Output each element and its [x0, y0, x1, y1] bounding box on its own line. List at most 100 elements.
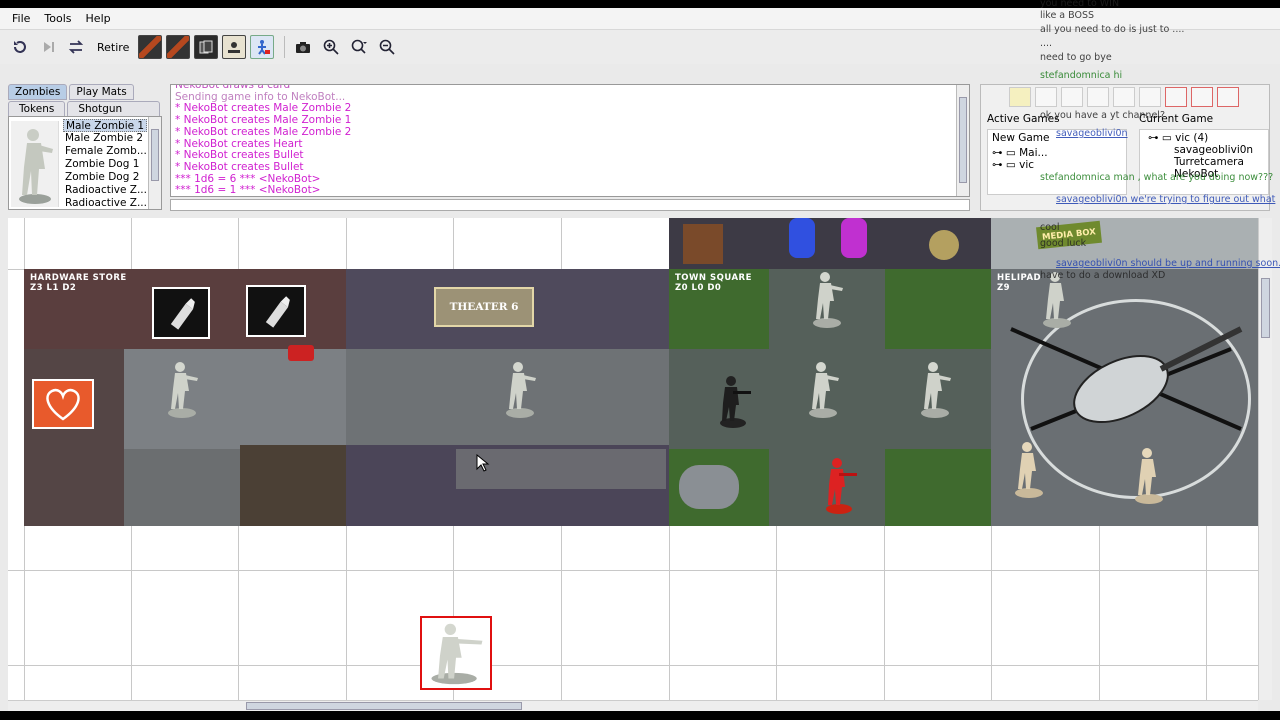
upload-button[interactable]: [1165, 87, 1187, 107]
zombie-figure-icon: [19, 129, 53, 204]
scrollbar-thumb[interactable]: [959, 97, 967, 183]
step-forward-button[interactable]: [36, 35, 60, 59]
zombie-figure[interactable]: [809, 269, 845, 329]
piece-list-scrollbar[interactable]: [148, 117, 161, 209]
map-tile-helipad: HELIPAD Z9: [991, 269, 1258, 526]
shotgun-guy-figure[interactable]: [819, 455, 859, 515]
tree-node[interactable]: savageoblivi0n: [1148, 144, 1264, 156]
park: [885, 449, 991, 526]
undo-icon: [14, 41, 26, 53]
cards-button[interactable]: [194, 35, 219, 59]
tree-node[interactable]: ⊶ ▭ vic (4): [1148, 132, 1264, 144]
chat-scrollbar[interactable]: [956, 85, 969, 196]
sync-button[interactable]: [64, 35, 88, 59]
map-tile-town-square: TOWN SQUARE Z0 L0 D0: [669, 269, 991, 526]
board-button[interactable]: [222, 35, 247, 59]
undo-button[interactable]: [8, 35, 32, 59]
figure-button[interactable]: [250, 35, 275, 59]
shotgun-guy-figure[interactable]: [713, 373, 753, 429]
tab-play-mats[interactable]: Play Mats: [69, 84, 134, 100]
generator: [679, 465, 739, 509]
survivor-figure-icon: [826, 458, 857, 514]
server-toolbar: [981, 87, 1269, 109]
zoom-out-button[interactable]: [375, 35, 399, 59]
deck-button-1[interactable]: [138, 35, 163, 59]
server-button[interactable]: [1113, 87, 1135, 107]
list-item[interactable]: Zombie Dog 2: [63, 171, 147, 184]
zoom-select-button[interactable]: [347, 35, 371, 59]
camera-icon: [296, 42, 311, 53]
server-button[interactable]: [1139, 87, 1161, 107]
server-button[interactable]: [1087, 87, 1109, 107]
zombie-figure[interactable]: [164, 359, 200, 419]
menu-tools[interactable]: Tools: [44, 12, 71, 25]
zombie-figure-icon: [506, 362, 536, 418]
zombie-figure-icon: [1043, 272, 1071, 328]
zoom-in-button[interactable]: [319, 35, 343, 59]
current-game-tree[interactable]: ⊶ ▭ vic (4) savageoblivi0n Turretcamera …: [1139, 129, 1269, 195]
zombie-figure-icon: [431, 623, 483, 685]
tree-node-label: Mai...: [1019, 147, 1048, 159]
retire-button[interactable]: Retire: [92, 35, 134, 59]
bullet-token[interactable]: [246, 285, 306, 337]
map-vertical-scrollbar[interactable]: [1258, 218, 1272, 700]
chat-log: NekoBot draws a card Sending game info to…: [170, 84, 970, 197]
scrollbar-thumb[interactable]: [151, 129, 159, 181]
bullet-token[interactable]: [152, 287, 210, 339]
piece-list[interactable]: Male Zombie 1 Male Zombie 2 Female Zomb.…: [63, 119, 147, 209]
tree-node[interactable]: ⊶ ▭ vic: [992, 159, 1122, 171]
list-item[interactable]: Radioactive Z...: [63, 184, 147, 197]
server-button[interactable]: [1035, 87, 1057, 107]
list-item[interactable]: Female Zomb...: [63, 145, 147, 158]
cursor-icon: [476, 453, 490, 472]
deck-button-2[interactable]: [166, 35, 191, 59]
building: [240, 445, 346, 526]
menu-bar: File Tools Help: [0, 8, 1280, 30]
map-horizontal-scrollbar[interactable]: [8, 700, 1258, 711]
chat-line: * NekoBot creates Male Zombie 2: [175, 125, 352, 138]
zombie-figure[interactable]: [917, 359, 953, 419]
zombie-figure-icon: [1135, 448, 1163, 504]
bottom-letterbox: [0, 711, 1280, 720]
toolbar: Retire: [0, 30, 1280, 64]
tree-node[interactable]: Turretcamera: [1148, 156, 1264, 168]
car: [288, 345, 314, 361]
zombie-figure[interactable]: [502, 359, 538, 419]
zombie-figure[interactable]: [1131, 445, 1167, 505]
menu-help[interactable]: Help: [86, 12, 111, 25]
map-tile-top-right: MEDIA BOX: [991, 218, 1258, 269]
zombie-figure[interactable]: [805, 359, 841, 419]
zombie-figure[interactable]: [1011, 439, 1047, 499]
new-game-label[interactable]: New Game: [992, 132, 1122, 144]
server-button[interactable]: [1061, 87, 1083, 107]
server-connect-button[interactable]: [1009, 87, 1031, 107]
zombie-figure-icon: [168, 362, 198, 418]
survivor-figure-icon: [720, 376, 751, 428]
scrollbar-thumb[interactable]: [1261, 278, 1270, 338]
zombie-figure-icon: [1015, 442, 1043, 498]
piece-preview[interactable]: [11, 121, 59, 207]
tree-node[interactable]: NekoBot: [1148, 168, 1264, 180]
list-item[interactable]: Zombie Dog 1: [63, 158, 147, 171]
list-item[interactable]: Male Zombie 1: [63, 119, 147, 132]
send-button[interactable]: [1217, 87, 1239, 107]
camera-button[interactable]: [291, 35, 315, 59]
zombie-figure-icon: [921, 362, 951, 418]
list-item[interactable]: Radioactive Z...: [63, 197, 147, 209]
scrollbar-thumb[interactable]: [246, 702, 522, 710]
download-button[interactable]: [1191, 87, 1213, 107]
heart-token[interactable]: [32, 379, 94, 429]
menu-file[interactable]: File: [12, 12, 30, 25]
chat-input[interactable]: [170, 199, 970, 211]
tree-node-label: vic: [1019, 159, 1035, 171]
game-map[interactable]: MEDIA BOX HARDWARE STORE Z3 L1 D2 THEATE…: [8, 218, 1258, 700]
active-games-tree[interactable]: New Game ⊶ ▭ Mai... ⊶ ▭ vic: [987, 129, 1127, 195]
mouse-cursor: [476, 453, 490, 472]
tab-zombies[interactable]: Zombies: [8, 84, 68, 100]
selected-piece[interactable]: [420, 616, 492, 690]
tree-node[interactable]: ⊶ ▭ Mai...: [992, 147, 1122, 159]
cards-icon: [199, 40, 213, 54]
list-item[interactable]: Male Zombie 2: [63, 132, 147, 145]
zombie-figure[interactable]: [1039, 269, 1075, 329]
zombie-figure-icon: [809, 362, 839, 418]
